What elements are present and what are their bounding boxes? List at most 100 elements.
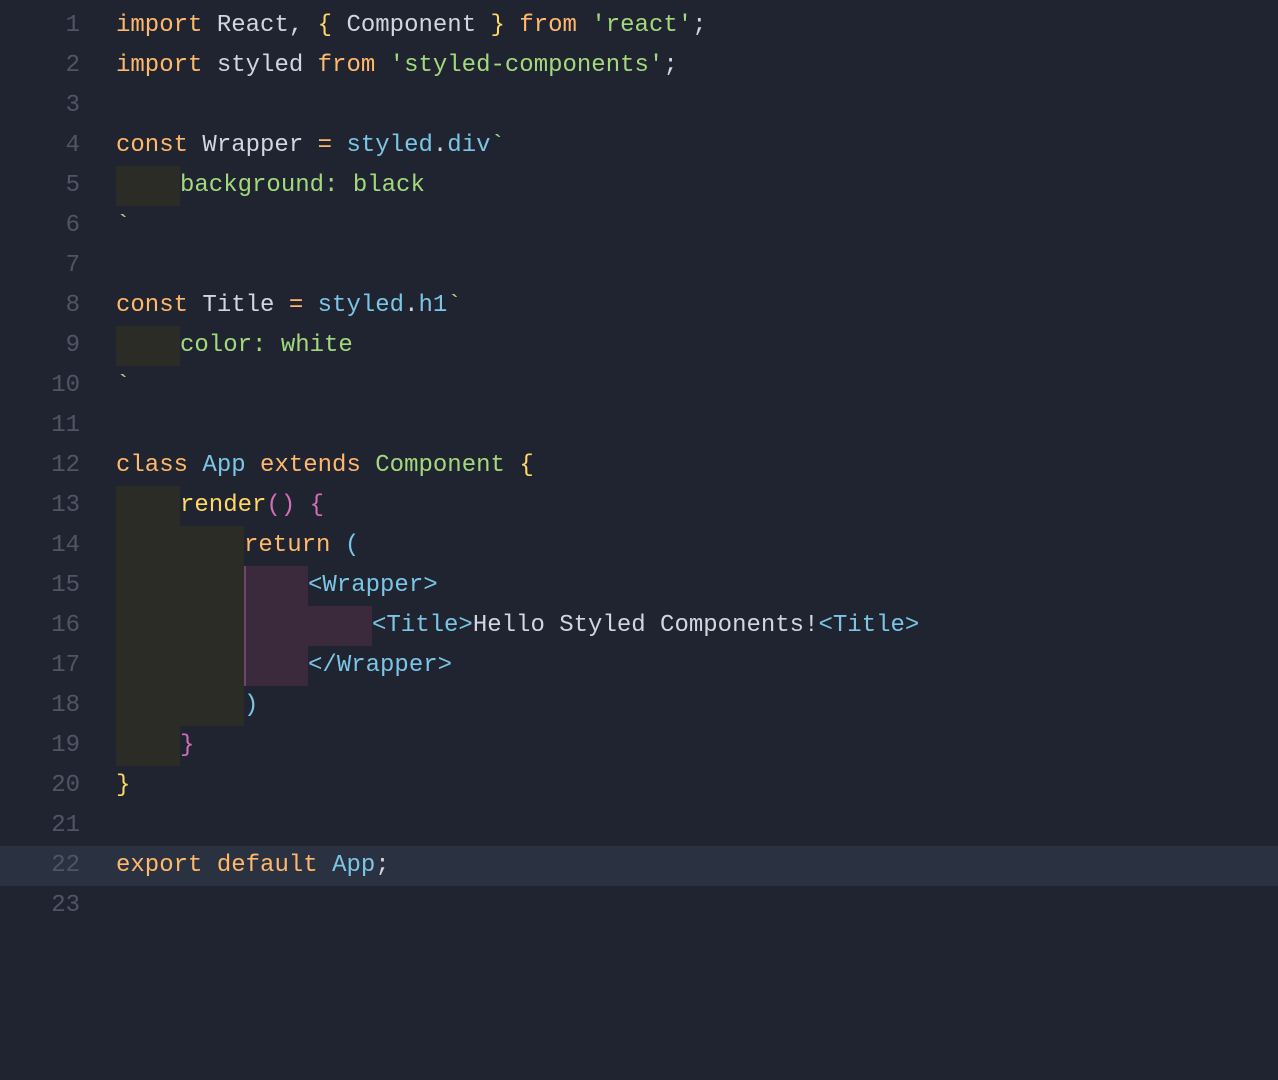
code-content[interactable]: } [98,726,1278,766]
code-line[interactable]: 7 [0,246,1278,286]
code-content[interactable] [98,246,1278,286]
code-content[interactable]: ` [98,206,1278,246]
string-react: 'react' [591,12,692,39]
code-line[interactable]: 18 ) [0,686,1278,726]
keyword-import: import [116,12,202,39]
code-content[interactable]: import React, { Component } from 'react'… [98,6,1278,46]
ident-h1: h1 [418,292,447,319]
code-content[interactable] [98,406,1278,446]
keyword-extends: extends [260,452,361,479]
backtick: ` [491,132,505,159]
code-content[interactable]: background: black [98,166,1278,206]
code-content[interactable]: ` [98,366,1278,406]
ident-component: Component [375,452,505,479]
line-number: 22 [0,846,98,886]
code-content[interactable]: <Title>Hello Styled Components!<Title> [98,606,1278,646]
ident-component: Component [346,12,476,39]
method-render: render [180,492,266,519]
line-number: 5 [0,166,98,206]
jsx-open-angle: < [372,612,386,639]
jsx-tag-title: Title [833,612,905,639]
code-line[interactable]: 17 </Wrapper> [0,646,1278,686]
code-content[interactable]: } [98,766,1278,806]
jsx-close-angle: > [438,652,452,679]
ident-title: Title [202,292,274,319]
indent-guide [116,166,180,206]
code-line-current[interactable]: 22 export default App; [0,846,1278,886]
code-content[interactable]: const Wrapper = styled.div` [98,126,1278,166]
code-content[interactable]: return ( [98,526,1278,566]
indent-guide [116,726,180,766]
code-line[interactable]: 8 const Title = styled.h1` [0,286,1278,326]
paren-open: ( [345,532,359,559]
backtick: ` [116,212,130,239]
indent-guide [116,566,180,606]
line-number: 11 [0,406,98,446]
keyword-export: export [116,852,202,879]
code-line[interactable]: 16 <Title>Hello Styled Components!<Title… [0,606,1278,646]
code-line[interactable]: 4 const Wrapper = styled.div` [0,126,1278,166]
brace-open: { [519,452,533,479]
keyword-class: class [116,452,188,479]
string-styled-components: 'styled-components' [390,52,664,79]
line-number: 9 [0,326,98,366]
code-line[interactable]: 3 [0,86,1278,126]
ident-styled: styled [346,132,432,159]
code-line[interactable]: 19 } [0,726,1278,766]
code-content[interactable]: render() { [98,486,1278,526]
line-number: 23 [0,886,98,926]
code-content[interactable]: export default App; [98,846,1278,886]
indent-guide [116,326,180,366]
code-line[interactable]: 20 } [0,766,1278,806]
code-editor[interactable]: 1 import React, { Component } from 'reac… [0,0,1278,926]
line-number: 10 [0,366,98,406]
jsx-open-angle: < [308,572,322,599]
code-line[interactable]: 15 <Wrapper> [0,566,1278,606]
brace-close: } [180,732,194,759]
code-line[interactable]: 21 [0,806,1278,846]
code-line[interactable]: 1 import React, { Component } from 'reac… [0,6,1278,46]
indent-guide [116,646,180,686]
indent-guide [244,566,308,606]
code-content[interactable] [98,886,1278,926]
code-content[interactable]: import styled from 'styled-components'; [98,46,1278,86]
indent-guide [244,646,308,686]
code-line[interactable]: 9 color: white [0,326,1278,366]
indent-guide [116,486,180,526]
code-line[interactable]: 11 [0,406,1278,446]
jsx-slash: / [322,652,336,679]
code-content[interactable]: class App extends Component { [98,446,1278,486]
code-line[interactable]: 5 background: black [0,166,1278,206]
code-content[interactable]: </Wrapper> [98,646,1278,686]
indent-guide [180,526,244,566]
code-content[interactable] [98,86,1278,126]
code-line[interactable]: 12 class App extends Component { [0,446,1278,486]
paren-open: ( [266,492,280,519]
brace-close: } [491,12,505,39]
ident-app: App [332,852,375,879]
brace-close: } [116,772,130,799]
css-rule: background: black [180,172,425,199]
keyword-const: const [116,132,188,159]
keyword-const: const [116,292,188,319]
line-number: 4 [0,126,98,166]
indent-guide [116,686,180,726]
code-line[interactable]: 2 import styled from 'styled-components'… [0,46,1278,86]
line-number: 8 [0,286,98,326]
code-line[interactable]: 10 ` [0,366,1278,406]
code-line[interactable]: 14 return ( [0,526,1278,566]
code-line[interactable]: 13 render() { [0,486,1278,526]
ident-styled: styled [217,52,303,79]
code-line[interactable]: 6 ` [0,206,1278,246]
code-content[interactable]: <Wrapper> [98,566,1278,606]
code-content[interactable]: color: white [98,326,1278,366]
code-line[interactable]: 23 [0,886,1278,926]
code-content[interactable]: ) [98,686,1278,726]
keyword-return: return [244,532,330,559]
paren-close: ) [244,692,258,719]
indent-guide [180,686,244,726]
keyword-from: from [519,12,577,39]
line-number: 21 [0,806,98,846]
code-content[interactable] [98,806,1278,846]
code-content[interactable]: const Title = styled.h1` [98,286,1278,326]
